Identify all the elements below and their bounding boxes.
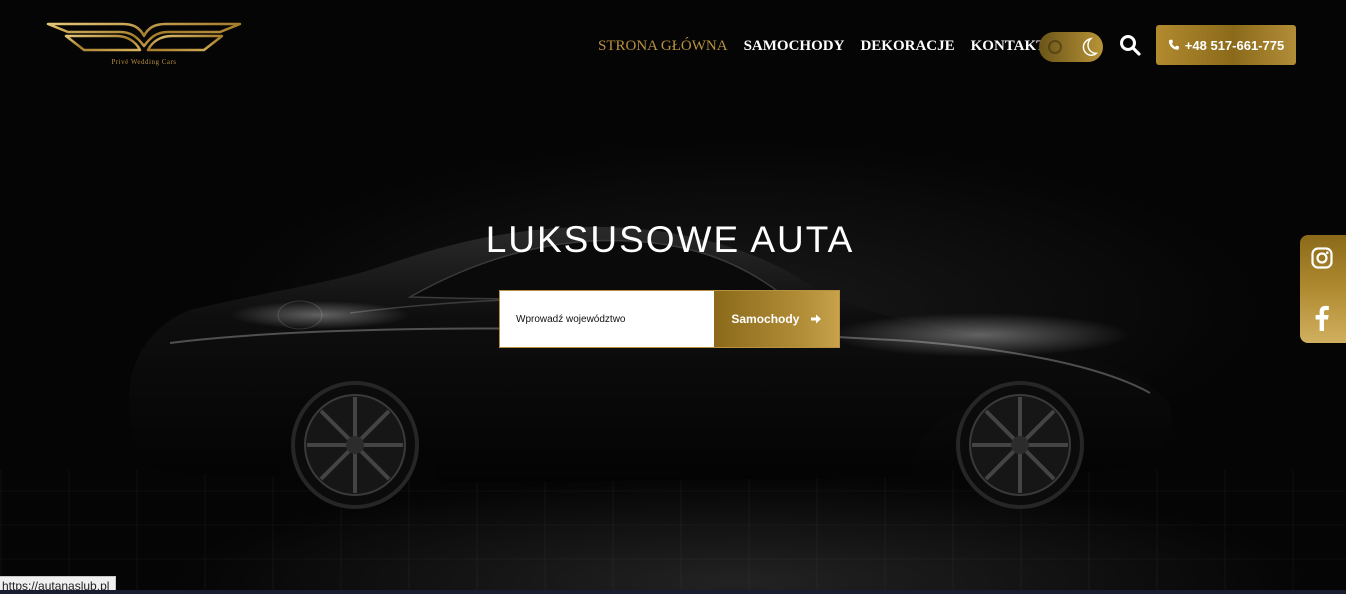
cars-search-button[interactable]: Samochody <box>713 291 839 347</box>
sun-icon <box>1048 40 1062 54</box>
theme-toggle[interactable] <box>1039 32 1103 62</box>
nav-item-contact[interactable]: KONTAKT <box>971 38 1047 55</box>
search-icon[interactable] <box>1119 34 1141 56</box>
social-sidebar <box>1300 235 1346 343</box>
phone-button[interactable]: +48 517-661-775 <box>1156 25 1296 65</box>
logo-tagline: Privé Wedding Cars <box>111 58 177 66</box>
rear-wheel <box>291 381 419 509</box>
arrow-right-icon <box>811 314 822 324</box>
car-silhouette-image <box>129 226 1173 509</box>
phone-label: +48 517-661-775 <box>1184 37 1285 53</box>
wings-logo-icon <box>46 22 242 52</box>
region-input[interactable] <box>500 291 714 347</box>
moon-icon <box>1082 37 1099 56</box>
instagram-icon[interactable] <box>1311 247 1333 269</box>
region-search-form: Samochody <box>499 290 840 348</box>
bottom-bar <box>0 590 1346 594</box>
facebook-icon[interactable] <box>1312 305 1332 331</box>
nav-item-cars[interactable]: SAMOCHODY <box>744 38 845 55</box>
logo[interactable]: Privé Wedding Cars <box>44 18 244 70</box>
page: Privé Wedding Cars STRONA GŁÓWNA SAMOCHO… <box>0 0 1346 594</box>
nav-item-decorations[interactable]: DEKORACJE <box>860 38 954 55</box>
cars-search-button-label: Samochody <box>731 312 800 326</box>
main-nav: STRONA GŁÓWNA SAMOCHODY DEKORACJE KONTAK… <box>598 36 1046 56</box>
phone-icon <box>1168 39 1179 50</box>
hero-title: LUKSUSOWE AUTA <box>485 219 855 260</box>
front-wheel <box>956 381 1084 509</box>
nav-item-home[interactable]: STRONA GŁÓWNA <box>598 38 728 55</box>
